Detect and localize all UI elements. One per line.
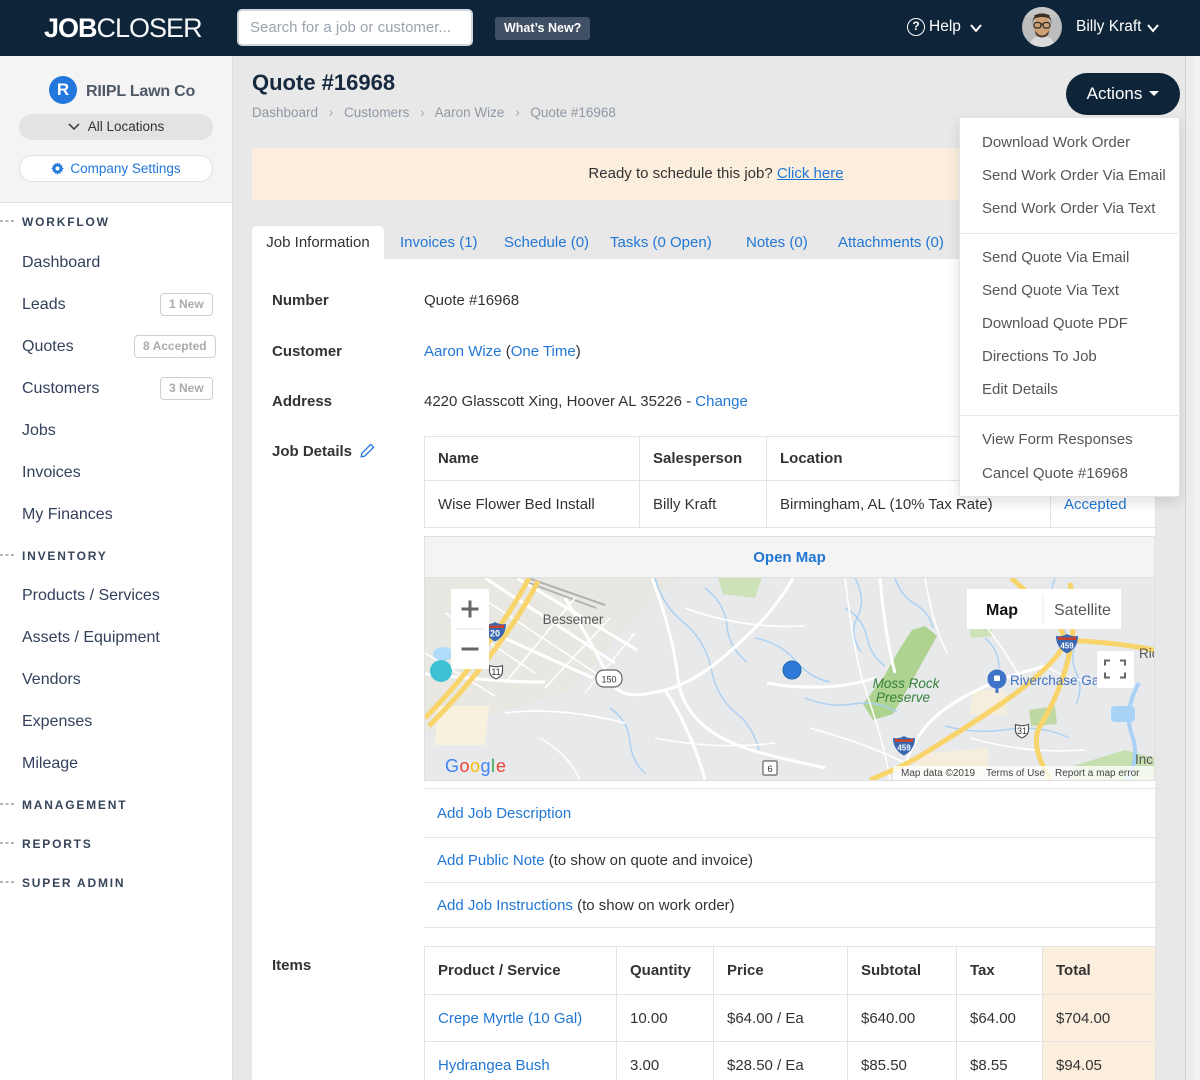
svg-text:459: 459 xyxy=(897,744,911,753)
svg-text:Map: Map xyxy=(986,602,1018,619)
svg-text:Bessemer: Bessemer xyxy=(543,612,604,627)
svg-text:o: o xyxy=(460,756,470,776)
svg-text:Riverchase Gal: Riverchase Gal xyxy=(1010,673,1102,688)
svg-text:o: o xyxy=(470,756,480,776)
svg-text:Map data ©2019: Map data ©2019 xyxy=(901,768,976,779)
svg-text:459: 459 xyxy=(1060,642,1074,651)
svg-text:Ric: Ric xyxy=(1139,646,1154,661)
svg-text:Inc: Inc xyxy=(1135,752,1153,767)
svg-text:Preserve: Preserve xyxy=(876,690,930,705)
svg-text:l: l xyxy=(491,756,495,776)
svg-text:6: 6 xyxy=(767,764,772,775)
svg-text:Report a map error: Report a map error xyxy=(1055,768,1140,779)
svg-text:20: 20 xyxy=(490,629,500,639)
svg-text:150: 150 xyxy=(601,675,616,685)
svg-text:Moss Rock: Moss Rock xyxy=(873,676,941,691)
svg-text:31: 31 xyxy=(1017,726,1027,736)
svg-text:e: e xyxy=(496,756,506,776)
svg-text:Terms of Use: Terms of Use xyxy=(986,768,1045,779)
svg-text:G: G xyxy=(445,756,459,776)
svg-text:Satellite: Satellite xyxy=(1054,602,1111,619)
svg-text:11: 11 xyxy=(491,667,500,677)
svg-text:g: g xyxy=(481,756,491,776)
